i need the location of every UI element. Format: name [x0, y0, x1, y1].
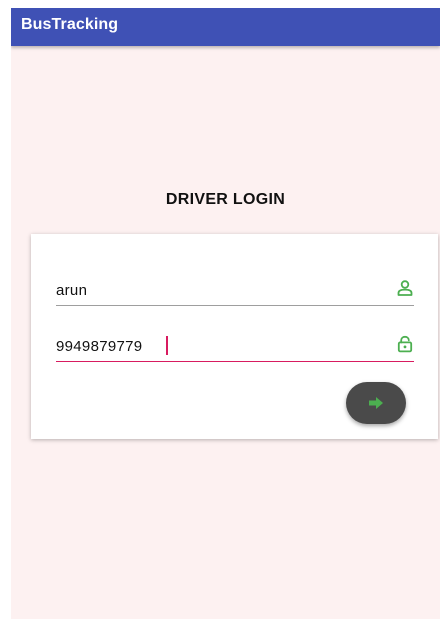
person-outline-icon — [397, 280, 413, 296]
app-title: BusTracking — [21, 16, 119, 33]
arrow-right-icon — [369, 397, 383, 409]
username-input[interactable] — [56, 280, 376, 300]
password-input[interactable] — [56, 336, 376, 356]
password-field[interactable] — [56, 333, 414, 362]
login-card — [31, 234, 438, 439]
text-cursor — [166, 336, 168, 355]
username-field[interactable] — [56, 277, 414, 306]
app-screen: BusTracking DRIVER LOGIN — [11, 8, 440, 619]
login-submit-button[interactable] — [346, 382, 406, 424]
lock-open-icon — [397, 335, 413, 353]
app-bar: BusTracking — [11, 8, 440, 46]
page-title: DRIVER LOGIN — [165, 191, 286, 208]
